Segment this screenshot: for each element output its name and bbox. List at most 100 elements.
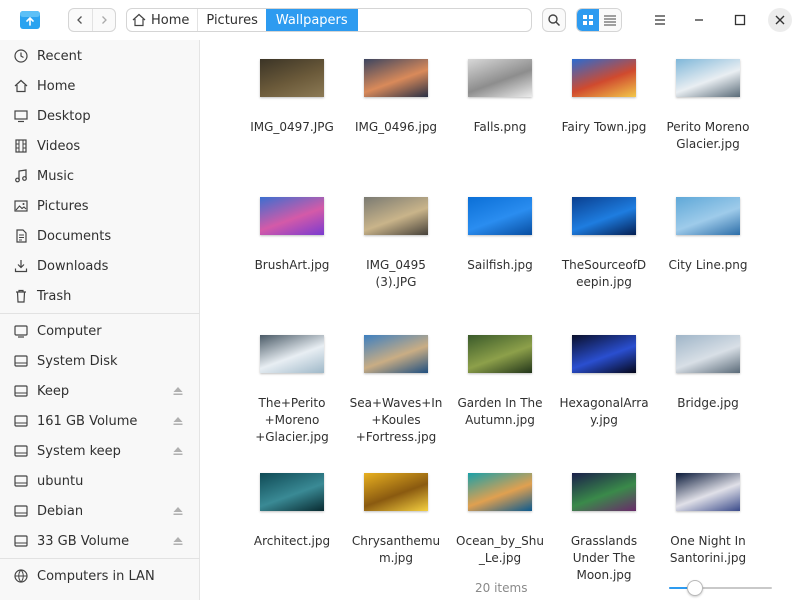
file-item[interactable]: Chrysanthemu m.jpg	[346, 472, 446, 600]
file-name: City Line.png	[658, 257, 758, 274]
disk-icon	[13, 533, 29, 549]
file-thumbnail	[468, 473, 532, 511]
file-item[interactable]: BrushArt.jpg	[242, 196, 342, 326]
file-item[interactable]: Sea+Waves+In +Koules +Fortress.jpg	[346, 334, 446, 464]
file-name-line: City Line.png	[668, 258, 748, 272]
eject-icon[interactable]	[172, 415, 184, 427]
sidebar: Recent Home Desktop Videos Music Pictures Docu…	[0, 40, 200, 600]
zoom-slider-handle[interactable]	[687, 580, 703, 596]
file-item[interactable]: TheSourceofD eepin.jpg	[554, 196, 654, 326]
back-button[interactable]	[69, 9, 92, 31]
sidebar-item-label: Music	[37, 168, 74, 184]
sidebar-item-desktop[interactable]: Desktop	[0, 101, 200, 131]
maximize-icon	[734, 14, 746, 26]
file-item[interactable]: HexagonalArra y.jpg	[554, 334, 654, 464]
file-item[interactable]: IMG_0496.jpg	[346, 58, 446, 188]
sidebar-item-33-gb-volume[interactable]: 33 GB Volume	[0, 526, 200, 556]
file-thumbnail	[676, 59, 740, 97]
sidebar-item-computer[interactable]: Computer	[0, 316, 200, 346]
file-item[interactable]: IMG_0495 (3).JPG	[346, 196, 446, 326]
file-name: Fairy Town.jpg	[554, 119, 654, 136]
sidebar-item-home[interactable]: Home	[0, 71, 200, 101]
zoom-slider-track[interactable]	[669, 587, 772, 589]
file-item[interactable]: Perito Moreno Glacier.jpg	[658, 58, 758, 188]
file-thumbnail	[676, 197, 740, 235]
clock-icon	[13, 48, 29, 64]
eject-icon[interactable]	[172, 535, 184, 547]
sidebar-item-pictures[interactable]: Pictures	[0, 191, 200, 221]
maximize-button[interactable]	[728, 8, 752, 32]
breadcrumb-home[interactable]: Home	[127, 9, 199, 31]
eject-icon[interactable]	[172, 385, 184, 397]
breadcrumb-wallpapers[interactable]: Wallpapers	[265, 9, 358, 31]
file-name: Sea+Waves+In +Koules +Fortress.jpg	[346, 395, 446, 446]
eject-icon[interactable]	[172, 505, 184, 517]
file-thumbnail	[572, 335, 636, 373]
file-name: The+Perito +Moreno +Glacier.jpg	[242, 395, 342, 446]
list-view-button[interactable]	[599, 9, 621, 31]
file-name-line: Santorini.jpg	[669, 551, 747, 565]
breadcrumb-pictures[interactable]: Pictures	[198, 9, 265, 31]
document-icon	[13, 228, 29, 244]
file-name: Perito Moreno Glacier.jpg	[658, 119, 758, 153]
sidebar-item-documents[interactable]: Documents	[0, 221, 200, 251]
item-count: 20 items	[475, 581, 528, 595]
search-button[interactable]	[542, 8, 566, 32]
sidebar-item-debian[interactable]: Debian	[0, 496, 200, 526]
disk-icon	[13, 443, 29, 459]
sidebar-item-161-gb-volume[interactable]: 161 GB Volume	[0, 406, 200, 436]
sidebar-item-label: Recent	[37, 48, 82, 64]
file-item[interactable]: The+Perito +Moreno +Glacier.jpg	[242, 334, 342, 464]
sidebar-item-system-keep[interactable]: System keep	[0, 436, 200, 466]
sidebar-item-label: Downloads	[37, 258, 109, 274]
file-item[interactable]: Bridge.jpg	[658, 334, 758, 464]
file-thumbnail	[260, 59, 324, 97]
file-name-line: Under The	[572, 551, 636, 565]
file-item[interactable]: Grasslands Under The Moon.jpg	[554, 472, 654, 600]
file-name: BrushArt.jpg	[242, 257, 342, 274]
file-name-line: Chrysanthemu	[351, 534, 441, 548]
sidebar-item-downloads[interactable]: Downloads	[0, 251, 200, 281]
sidebar-item-recent[interactable]: Recent	[0, 41, 200, 71]
close-button[interactable]	[768, 8, 792, 32]
sidebar-item-videos[interactable]: Videos	[0, 131, 200, 161]
file-item[interactable]: IMG_0497.JPG	[242, 58, 342, 188]
file-view[interactable]: One Night In Santorini.jpg Grasslands Under…	[201, 40, 800, 600]
file-item[interactable]: City Line.png	[658, 196, 758, 326]
eject-icon[interactable]	[172, 445, 184, 457]
address-bar-empty-area[interactable]	[358, 9, 531, 31]
menu-button[interactable]	[648, 8, 672, 32]
file-name-line: Falls.png	[473, 120, 527, 134]
music-icon	[13, 168, 29, 184]
file-item[interactable]: One Night In Santorini.jpg	[658, 472, 758, 600]
sidebar-item-label: Documents	[37, 228, 112, 244]
file-item[interactable]: Architect.jpg	[242, 472, 342, 600]
sidebar-item-keep[interactable]: Keep	[0, 376, 200, 406]
file-item[interactable]: Sailfish.jpg	[450, 196, 550, 326]
sidebar-item-trash[interactable]: Trash	[0, 281, 200, 311]
file-item[interactable]: Fairy Town.jpg	[554, 58, 654, 188]
sidebar-item-label: System Disk	[37, 353, 118, 369]
file-name: IMG_0496.jpg	[346, 119, 446, 136]
breadcrumb-label: Pictures	[206, 12, 258, 28]
disk-icon	[13, 413, 29, 429]
file-name-line: Glacier.jpg	[676, 137, 740, 151]
file-item[interactable]: Garden In The Autumn.jpg	[450, 334, 550, 464]
sidebar-item-music[interactable]: Music	[0, 161, 200, 191]
minimize-button[interactable]	[687, 8, 711, 32]
forward-button[interactable]	[91, 9, 116, 31]
download-icon	[13, 258, 29, 274]
file-item[interactable]: Falls.png	[450, 58, 550, 188]
sidebar-item-label: System keep	[37, 443, 121, 459]
file-name: Grasslands Under The Moon.jpg	[554, 533, 654, 584]
sidebar-item-computers-in-lan[interactable]: Computers in LAN	[0, 561, 200, 591]
file-name-line: IMG_0497.JPG	[250, 120, 334, 134]
sidebar-item-ubuntu[interactable]: ubuntu	[0, 466, 200, 496]
sidebar-item-system-disk[interactable]: System Disk	[0, 346, 200, 376]
file-name-line: IMG_0495	[366, 258, 426, 272]
file-name: IMG_0497.JPG	[242, 119, 342, 136]
view-mode-toggle	[576, 8, 622, 32]
file-name-line: Bridge.jpg	[677, 396, 739, 410]
icon-view-button[interactable]	[577, 9, 599, 31]
sidebar-item-label: Home	[37, 78, 76, 94]
